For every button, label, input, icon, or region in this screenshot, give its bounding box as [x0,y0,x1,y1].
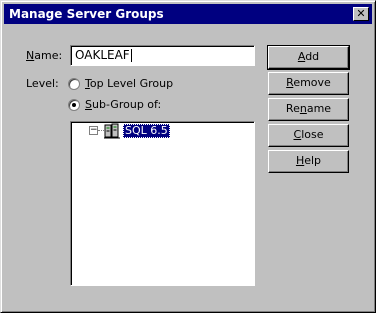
radio-selected-dot [72,103,76,107]
rename-button[interactable]: Rename [268,98,349,121]
level-label: Level: [26,77,59,90]
server-group-tree[interactable]: − SQL 6.5 [70,121,255,286]
text-caret [130,49,132,62]
radio-subgroup-of[interactable] [68,99,80,111]
name-input-value: OAKLEAF [75,48,130,62]
close-icon: ✕ [356,7,366,20]
close-window-button[interactable]: ✕ [353,7,369,21]
name-input[interactable]: OAKLEAF [70,45,255,66]
close-button[interactable]: Close [268,124,349,147]
tree-node-sql-6-5[interactable]: SQL 6.5 [123,124,170,138]
title-bar[interactable]: Manage Server Groups ✕ [4,4,372,24]
radio-top-level-group[interactable] [68,78,80,90]
window-title: Manage Server Groups [9,7,164,21]
remove-button[interactable]: Remove [268,72,349,95]
manage-server-groups-dialog: Manage Server Groups ✕ Name: OAKLEAF Lev… [0,0,376,313]
collapse-icon[interactable]: − [89,126,98,135]
name-label: Name: [26,49,63,62]
radio-top-level-label[interactable]: Top Level Group [85,77,173,90]
help-button[interactable]: Help [268,150,349,173]
radio-subgroup-label[interactable]: Sub-Group of: [85,98,161,111]
server-icon [104,123,120,139]
add-button[interactable]: Add [267,45,350,70]
